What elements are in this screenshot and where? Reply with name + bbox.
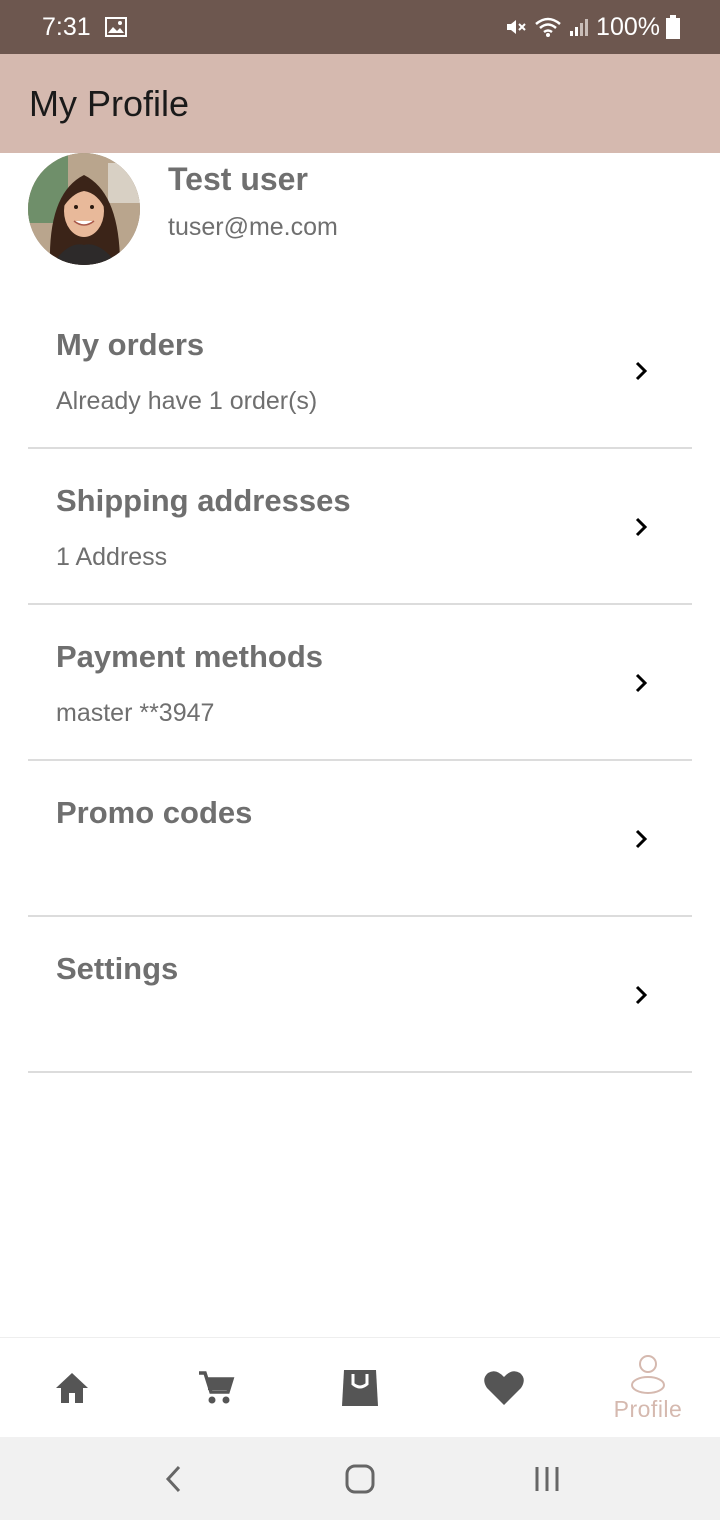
nav-favorites[interactable] [432,1338,576,1438]
profile-icon [631,1354,665,1394]
user-name: Test user [168,161,308,197]
chevron-right-icon [635,673,648,693]
signal-icon [568,16,590,38]
mute-icon [504,15,528,39]
back-button[interactable] [143,1449,203,1509]
cart-icon [199,1371,235,1404]
chevron-right-icon [635,361,648,381]
menu-item-payment-methods[interactable]: Payment methods master **3947 [28,605,692,761]
chevron-right-icon [635,985,648,1005]
avatar [28,153,140,265]
menu-item-subtitle: Already have 1 order(s) [56,387,318,415]
battery-icon [666,15,680,39]
nav-profile-label: Profile [613,1395,683,1422]
home-button[interactable] [330,1449,390,1509]
menu-item-title: Shipping addresses [56,483,351,518]
menu-item-title: Settings [56,951,179,986]
status-bar: 7:31 100% [0,0,720,54]
menu-item-title: My orders [56,327,205,362]
recents-button[interactable] [517,1449,577,1509]
menu-item-title: Payment methods [56,639,324,674]
app-bar: My Profile [0,54,720,153]
chevron-right-icon [635,829,648,849]
nav-cart[interactable] [144,1338,288,1438]
recents-icon [535,1466,559,1491]
menu-item-promo-codes[interactable]: Promo codes [28,761,692,917]
user-email: tuser@me.com [168,213,338,241]
system-nav-bar [0,1437,720,1520]
bottom-nav: Profile [0,1337,720,1437]
home-circle-icon [345,1464,375,1493]
menu-item-settings[interactable]: Settings [28,917,692,1073]
back-icon [166,1465,181,1492]
nav-home[interactable] [0,1338,144,1438]
image-icon [104,17,127,37]
battery-text: 100% [596,12,660,41]
menu-item-subtitle: master **3947 [56,699,215,727]
menu-item-title: Promo codes [56,795,253,830]
wifi-icon [534,16,562,38]
nav-profile[interactable]: Profile [576,1338,720,1438]
menu-item-shipping-addresses[interactable]: Shipping addresses 1 Address [28,449,692,605]
status-time: 7:31 [42,12,91,41]
profile-menu: My orders Already have 1 order(s) Shippi… [28,293,692,1073]
bag-icon [342,1370,378,1406]
heart-icon [484,1371,524,1405]
chevron-right-icon [635,517,648,537]
page-title: My Profile [29,82,190,124]
profile-header: Test user tuser@me.com [0,153,720,273]
menu-item-my-orders[interactable]: My orders Already have 1 order(s) [28,293,692,449]
home-icon [56,1373,88,1403]
menu-item-subtitle: 1 Address [56,543,168,571]
nav-bag[interactable] [288,1338,432,1438]
